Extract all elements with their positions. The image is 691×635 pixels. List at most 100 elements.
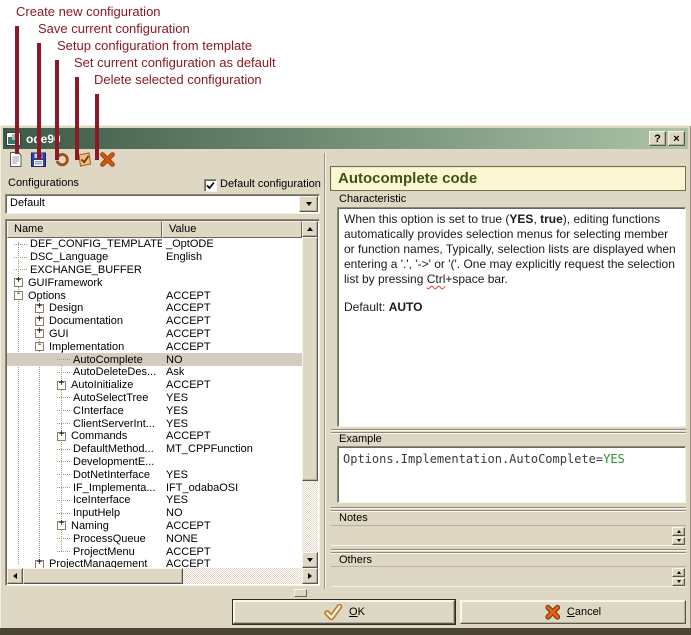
window-bottom-edge: [0, 628, 691, 635]
tree-row[interactable]: +ProjectManagementACCEPT: [7, 558, 302, 568]
tree-row-name: EXCHANGE_BUFFER: [30, 264, 142, 276]
delete-configuration-button[interactable]: [99, 151, 116, 169]
expand-icon[interactable]: +: [57, 381, 66, 390]
tree-leaf-connector: [57, 461, 70, 462]
collapse-icon[interactable]: -: [35, 342, 44, 351]
tree-row[interactable]: -OptionsACCEPT: [7, 289, 302, 302]
tree-row-value: NONE: [162, 533, 198, 545]
tree-row[interactable]: +GUIFramework: [7, 276, 302, 289]
tree-row[interactable]: AutoCompleteNO: [7, 353, 302, 366]
callout-line-save-current: [37, 43, 41, 160]
column-header-value[interactable]: Value: [162, 221, 302, 238]
notes-scroll-up-button[interactable]: [672, 527, 685, 536]
tree-row-name: Options: [28, 290, 66, 302]
tree-row[interactable]: +GUIACCEPT: [7, 328, 302, 341]
tree-row-name: Commands: [71, 430, 127, 442]
expand-icon[interactable]: +: [35, 560, 44, 568]
tree-row[interactable]: DefaultMethod...MT_CPPFunction: [7, 443, 302, 456]
tree-vertical-scrollbar[interactable]: [302, 221, 318, 568]
tree-row[interactable]: CInterfaceYES: [7, 404, 302, 417]
tree-row-value: ACCEPT: [162, 558, 211, 568]
tree-row[interactable]: +NamingACCEPT: [7, 520, 302, 533]
tree-row[interactable]: +DocumentationACCEPT: [7, 315, 302, 328]
tree-row[interactable]: +DesignACCEPT: [7, 302, 302, 315]
delete-x-icon: [99, 151, 116, 168]
vertical-scroll-track[interactable]: [302, 481, 318, 552]
tree-row[interactable]: DSC_LanguageEnglish: [7, 251, 302, 264]
others-scroll-down-button[interactable]: [672, 578, 685, 587]
close-button[interactable]: ×: [668, 131, 685, 146]
combobox-dropdown-button[interactable]: [299, 196, 318, 212]
splitter-grip[interactable]: [294, 589, 307, 597]
column-header-name[interactable]: Name: [7, 221, 162, 238]
tree-horizontal-scrollbar[interactable]: [7, 568, 318, 584]
expand-icon[interactable]: +: [35, 304, 44, 313]
tree-row-name: Design: [49, 302, 83, 314]
tree-leaf-connector: [14, 269, 27, 270]
horizontal-scroll-thumb[interactable]: [23, 568, 183, 584]
expand-icon[interactable]: +: [35, 329, 44, 338]
tree-leaf-connector: [57, 397, 70, 398]
others-field[interactable]: [331, 566, 686, 587]
chevron-down-icon: [306, 202, 312, 206]
notes-scroll-down-button[interactable]: [672, 537, 685, 546]
tree-row[interactable]: DEF_CONFIG_TEMPLATE_OptODE: [7, 238, 302, 251]
annotation-delete-selected: Delete selected configuration: [94, 72, 262, 87]
tree-row-value: YES: [162, 392, 188, 404]
tree-row[interactable]: AutoDeleteDes...Ask: [7, 366, 302, 379]
scroll-right-button[interactable]: [302, 568, 318, 584]
tree-row-name: Implementation: [49, 341, 124, 353]
tree-row[interactable]: IF_Implementa...IFT_odabaOSI: [7, 481, 302, 494]
arrow-up-icon: [677, 571, 681, 574]
horizontal-scroll-track[interactable]: [183, 568, 302, 584]
configuration-combobox[interactable]: Default: [5, 194, 320, 214]
tree-row[interactable]: AutoSelectTreeYES: [7, 392, 302, 405]
tree-header: Name Value: [7, 221, 302, 238]
tree-row-name: ClientServerInt...: [73, 418, 155, 430]
tree-leaf-connector: [57, 551, 70, 552]
others-scroll-up-button[interactable]: [672, 568, 685, 577]
notes-field[interactable]: [331, 525, 686, 546]
tree-row[interactable]: DevelopmentE...: [7, 456, 302, 469]
titlebar[interactable]: ode90 ? ×: [3, 128, 688, 149]
tree-row-name: ProcessQueue: [73, 533, 146, 545]
tree-row[interactable]: ProjectMenuACCEPT: [7, 545, 302, 558]
arrow-up-icon: [677, 530, 681, 533]
section-separator: [331, 429, 686, 434]
tree-row-value: YES: [162, 469, 188, 481]
vertical-scroll-thumb[interactable]: [302, 237, 318, 481]
tree-row[interactable]: EXCHANGE_BUFFER: [7, 264, 302, 277]
expand-icon[interactable]: +: [35, 317, 44, 326]
arrow-left-icon: [13, 573, 17, 579]
expand-icon[interactable]: +: [57, 432, 66, 441]
expand-icon[interactable]: +: [57, 521, 66, 530]
scroll-left-button[interactable]: [7, 568, 23, 584]
help-button[interactable]: ?: [649, 131, 666, 146]
tree-row[interactable]: +AutoInitializeACCEPT: [7, 379, 302, 392]
annotation-set-default: Set current configuration as default: [74, 55, 276, 70]
tree-row[interactable]: -ImplementationACCEPT: [7, 340, 302, 353]
arrow-down-icon: [677, 580, 681, 583]
tree-row[interactable]: ProcessQueue NONE: [7, 532, 302, 545]
characteristic-label: Characteristic: [339, 193, 406, 205]
scroll-up-button[interactable]: [302, 221, 318, 237]
tree-row-value: NO: [162, 507, 183, 519]
characteristic-text[interactable]: When this option is set to true (YES, tr…: [337, 207, 686, 427]
scroll-down-button[interactable]: [302, 552, 318, 568]
collapse-icon[interactable]: -: [14, 291, 23, 300]
tree-row-name: DotNetInterface: [73, 469, 150, 481]
tree-row-name: Naming: [71, 520, 109, 532]
tree-row-value: IFT_odabaOSI: [162, 482, 238, 494]
tree-row[interactable]: InputHelpNO: [7, 507, 302, 520]
tree-row-name: ProjectMenu: [73, 546, 135, 558]
cancel-x-icon: [545, 604, 561, 620]
default-configuration-checkbox[interactable]: [204, 179, 217, 192]
example-code-box[interactable]: Options.Implementation.AutoComplete=YES: [337, 446, 686, 503]
tree-row[interactable]: DotNetInterface YES: [7, 468, 302, 481]
tree-row[interactable]: +CommandsACCEPT: [7, 430, 302, 443]
cancel-button[interactable]: Cancel: [460, 600, 686, 624]
expand-icon[interactable]: +: [14, 278, 23, 287]
ok-button[interactable]: OK: [233, 600, 455, 624]
tree-row[interactable]: ClientServerInt...YES: [7, 417, 302, 430]
tree-row[interactable]: IceInterfaceYES: [7, 494, 302, 507]
